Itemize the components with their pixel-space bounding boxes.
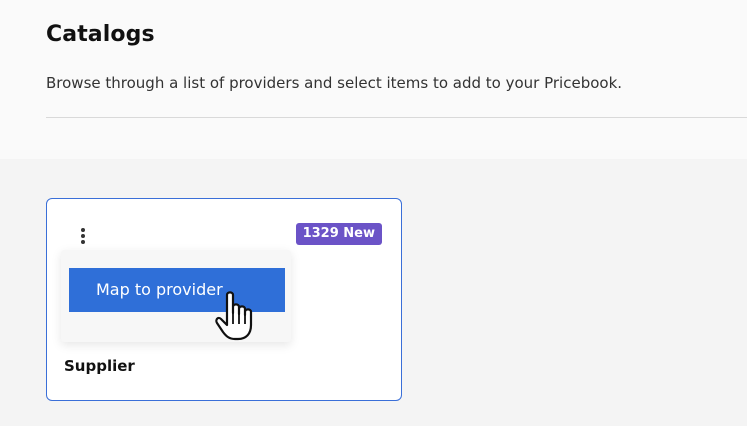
new-items-badge: 1329 New [295,223,382,245]
card-title: Supplier [64,357,135,375]
page-title: Catalogs [46,22,155,47]
card-context-menu: Map to provider [61,250,291,342]
map-to-provider-menu-item[interactable]: Map to provider [69,268,285,312]
catalog-card[interactable]: 1329 New Map to provider Supplier [46,198,402,401]
page-subtitle: Browse through a list of providers and s… [46,74,623,92]
page-header: Catalogs Browse through a list of provid… [0,0,747,159]
more-vertical-icon[interactable] [77,226,89,246]
header-divider [46,117,747,118]
